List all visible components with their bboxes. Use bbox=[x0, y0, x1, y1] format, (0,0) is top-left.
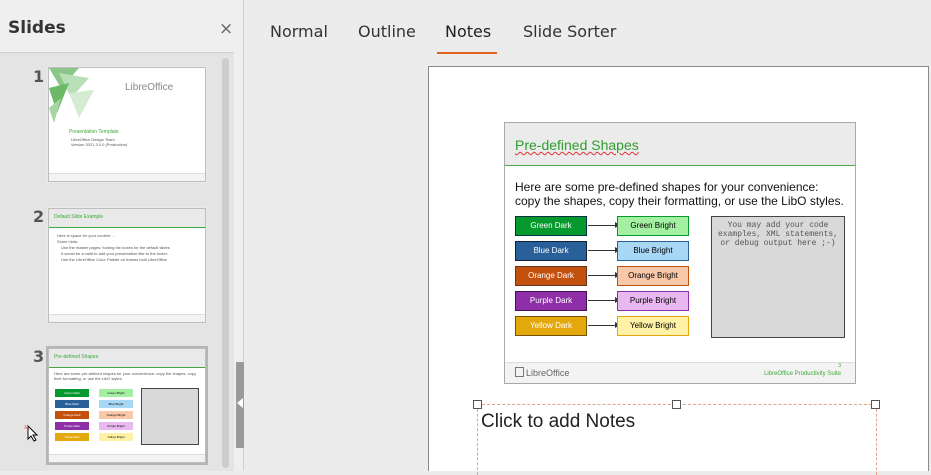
slide-preview[interactable]: Pre-defined Shapes Here are some pre-def… bbox=[504, 122, 856, 384]
view-tabs: Normal Outline Notes Slide Sorter bbox=[262, 0, 931, 56]
tab-outline[interactable]: Outline bbox=[358, 22, 416, 41]
thumb-title: Presentation Template bbox=[69, 129, 119, 135]
shape-green-bright: Green Bright bbox=[617, 216, 689, 236]
slide-body-text: Here are some pre-defined shapes for you… bbox=[515, 180, 844, 208]
slide-thumbnail-3[interactable]: Pre-defined Shapes Here are some pre-def… bbox=[46, 346, 208, 465]
mouse-cursor-icon bbox=[24, 424, 39, 442]
thumb-bullet: It would be a valid to add your presenta… bbox=[61, 251, 168, 256]
slide-title: Pre-defined Shapes bbox=[515, 137, 639, 153]
collapse-arrow-icon[interactable] bbox=[237, 398, 243, 408]
slides-pane-title: Slides bbox=[8, 18, 66, 38]
slides-pane: Slides × 1 LibreOffice Presentation Temp… bbox=[0, 0, 244, 471]
thumb-title: Default Slide Example bbox=[54, 214, 104, 220]
thumb-shape: Blue Bright bbox=[99, 400, 133, 408]
thumb-shape: Green Dark bbox=[55, 389, 89, 397]
arrow-connector bbox=[588, 272, 620, 278]
thumb-shape: Purple Dark bbox=[55, 422, 89, 430]
slides-list: 1 LibreOffice Presentation Template Libr… bbox=[0, 52, 234, 471]
edit-canvas: Pre-defined Shapes Here are some pre-def… bbox=[244, 58, 931, 475]
active-tab-indicator bbox=[437, 52, 497, 54]
tab-notes[interactable]: Notes bbox=[445, 22, 491, 41]
thumb-body: Here are some pre-defined shapes for you… bbox=[54, 371, 197, 381]
thumb-footer bbox=[49, 173, 205, 181]
resize-handle[interactable] bbox=[473, 400, 482, 409]
resize-handle[interactable] bbox=[871, 400, 880, 409]
shape-orange-dark: Orange Dark bbox=[515, 266, 587, 286]
thumb-bullet: Version 2021.3.0.0 (Production) bbox=[71, 142, 128, 147]
code-box: You may add your code examples, XML stat… bbox=[711, 216, 845, 338]
arrow-connector bbox=[588, 247, 620, 253]
thumb-shape: Purple Bright bbox=[99, 422, 133, 430]
slide-thumbnail-1[interactable]: LibreOffice Presentation Template LibreO… bbox=[48, 67, 206, 182]
thumb-bullet: Use the LibreOffice Color Palette on fra… bbox=[61, 257, 168, 262]
shape-blue-dark: Blue Dark bbox=[515, 241, 587, 261]
slides-scrollbar[interactable] bbox=[222, 58, 229, 468]
thumb-title: Pre-defined Shapes bbox=[54, 354, 99, 360]
arrow-connector bbox=[588, 297, 620, 303]
thumb-shape: Orange Bright bbox=[99, 411, 133, 419]
thumb-footer bbox=[49, 454, 205, 462]
tab-normal[interactable]: Normal bbox=[270, 22, 328, 41]
slide-footer: LibreOffice 3 LibreOffice Productivity S… bbox=[505, 362, 855, 383]
shape-blue-bright: Blue Bright bbox=[617, 241, 689, 261]
thumb-shape: Blue Dark bbox=[55, 400, 89, 408]
thumb-shape: Green Bright bbox=[99, 389, 133, 397]
resize-handle[interactable] bbox=[672, 400, 681, 409]
libreoffice-logo-icon bbox=[515, 367, 524, 377]
shape-orange-bright: Orange Bright bbox=[617, 266, 689, 286]
thumb-footer bbox=[49, 314, 205, 322]
shape-purple-bright: Purple Bright bbox=[617, 291, 689, 311]
thumb-code-box bbox=[141, 388, 199, 445]
shape-purple-dark: Purple Dark bbox=[515, 291, 587, 311]
thumb-shape: Yellow Dark bbox=[55, 433, 89, 441]
arrow-connector bbox=[588, 322, 620, 328]
notes-placeholder-text: Click to add Notes bbox=[481, 411, 636, 432]
thumb-bullet: Here is space for your content ... bbox=[57, 233, 115, 238]
shape-yellow-bright: Yellow Bright bbox=[617, 316, 689, 336]
code-box-text: You may add your code examples, XML stat… bbox=[717, 221, 839, 248]
slide-number: 3 bbox=[33, 347, 45, 366]
leaf-graphic bbox=[49, 68, 94, 123]
slide-header: Pre-defined Shapes bbox=[505, 123, 855, 166]
thumb-shape: Yellow Bright bbox=[99, 433, 133, 441]
footer-slide-number: 3 bbox=[838, 363, 841, 369]
shape-yellow-dark: Yellow Dark bbox=[515, 316, 587, 336]
thumb-bullet: Some hints: bbox=[57, 239, 79, 244]
slide-thumbnail-2[interactable]: Default Slide Example Here is space for … bbox=[48, 208, 206, 323]
close-icon[interactable]: × bbox=[219, 19, 233, 39]
slide-number: 2 bbox=[33, 207, 45, 226]
notes-page: Pre-defined Shapes Here are some pre-def… bbox=[428, 66, 929, 475]
thumb-bullet: Use the master pages: footing the boxes … bbox=[61, 245, 170, 250]
thumb-shape: Orange Dark bbox=[55, 411, 89, 419]
notes-placeholder[interactable]: Click to add Notes bbox=[477, 404, 877, 475]
shape-green-dark: Green Dark bbox=[515, 216, 587, 236]
footer-logo-text: LibreOffice bbox=[526, 368, 570, 378]
footer-product-name: LibreOffice Productivity Suite bbox=[764, 371, 841, 377]
tab-slide-sorter[interactable]: Slide Sorter bbox=[523, 22, 616, 41]
slide-number: 1 bbox=[33, 67, 45, 86]
libreoffice-logo: LibreOffice bbox=[125, 82, 174, 93]
arrow-connector bbox=[588, 222, 620, 228]
